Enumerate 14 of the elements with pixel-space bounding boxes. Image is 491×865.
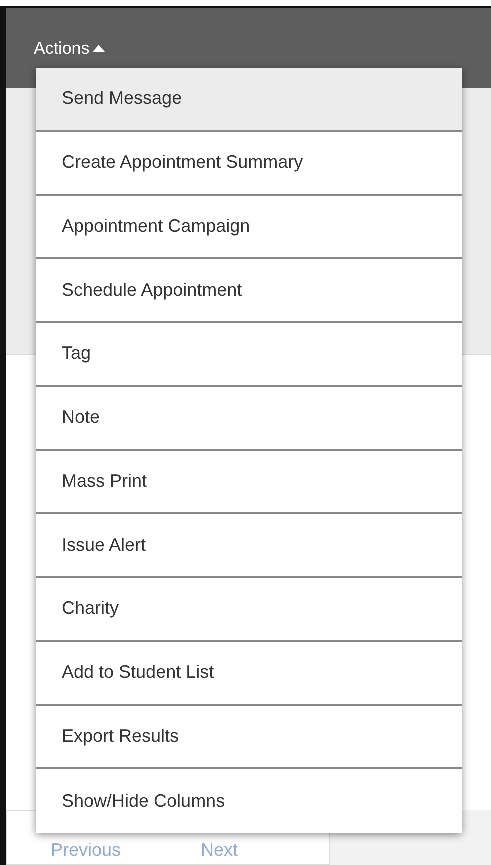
menu-item[interactable]: Export Results <box>36 706 462 770</box>
menu-item[interactable]: Schedule Appointment <box>36 259 462 323</box>
menu-item[interactable]: Tag <box>36 323 462 387</box>
caret-up-icon <box>92 45 105 52</box>
menu-item[interactable]: Charity <box>36 578 462 642</box>
menu-item[interactable]: Show/Hide Columns <box>36 769 462 833</box>
menu-item[interactable]: Mass Print <box>36 450 462 514</box>
menu-item[interactable]: Issue Alert <box>36 514 462 578</box>
actions-button[interactable]: Actions <box>34 36 105 62</box>
menu-item[interactable]: Create Appointment Summary <box>36 132 462 196</box>
menu-item[interactable]: Note <box>36 386 462 450</box>
menu-item[interactable]: Add to Student List <box>36 642 462 706</box>
menu-item[interactable]: Appointment Campaign <box>36 196 462 260</box>
menu-item[interactable]: Send Message <box>36 68 462 132</box>
